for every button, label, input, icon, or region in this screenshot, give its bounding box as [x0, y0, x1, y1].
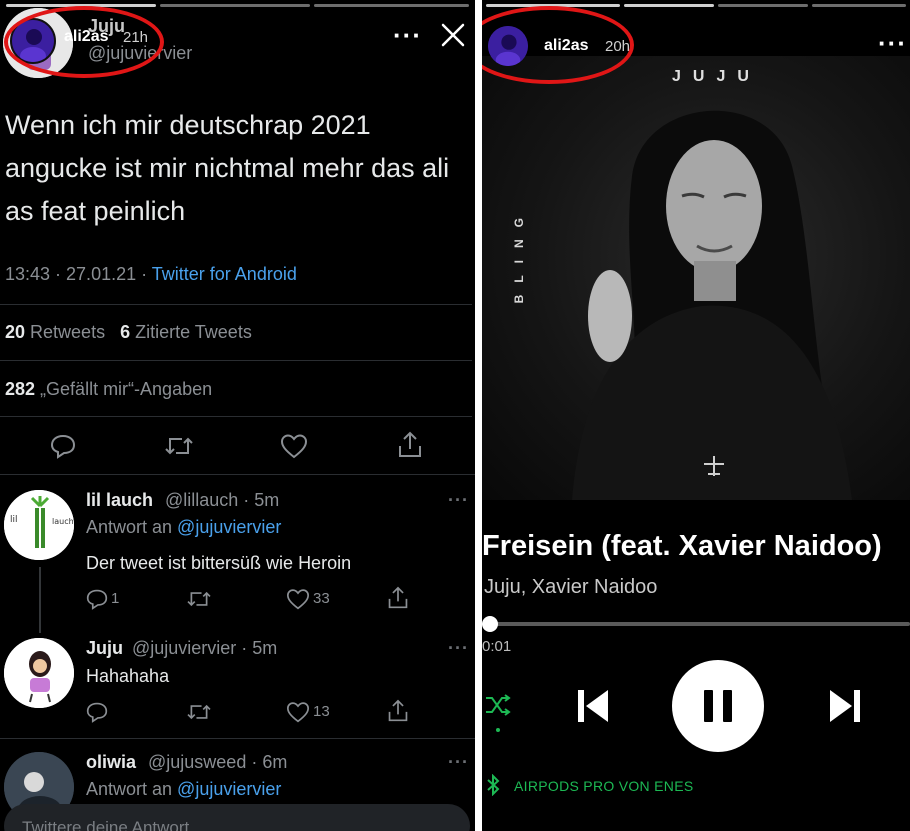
share-icon[interactable] [387, 586, 409, 615]
story-progress-segment [718, 4, 808, 7]
story-progress-segment [624, 4, 714, 7]
retweets-label: Retweets [25, 322, 106, 342]
retweet-icon[interactable] [164, 433, 194, 464]
more-horizontal-icon[interactable]: ··· [393, 22, 422, 48]
reply-author-handle: @jujusweed · 6m [148, 752, 288, 772]
divider [0, 474, 475, 475]
progress-knob[interactable] [482, 616, 498, 632]
like-count: 13 [313, 703, 330, 720]
share-icon[interactable] [397, 431, 423, 464]
right-story-panel: JUJU BLING ali2as 20h ··· Freisein (feat… [482, 0, 910, 831]
retweets-count: 20 [5, 322, 26, 342]
more-horizontal-icon[interactable]: ··· [448, 752, 469, 773]
previous-track-icon[interactable] [576, 688, 610, 729]
reply-author-name: Juju [86, 638, 124, 658]
highlight-circle [4, 6, 164, 78]
likes-label: „Gefällt mir“-Angaben [35, 379, 213, 399]
close-icon[interactable] [440, 22, 466, 53]
reply-to-mention[interactable]: @jujuviervier [177, 779, 281, 799]
elapsed-time: 0:01 [482, 638, 512, 655]
likes-count: 282 [5, 379, 36, 399]
reply-avatar[interactable] [4, 638, 74, 708]
share-icon[interactable] [387, 699, 409, 728]
album-cover: JUJU BLING [482, 56, 910, 500]
tweet-text: Wenn ich mir deutschrap 2021 angucke ist… [5, 110, 450, 226]
more-horizontal-icon[interactable]: ··· [878, 30, 907, 56]
divider [0, 360, 472, 361]
reply-text: Hahahaha [86, 666, 170, 686]
reply-author-name: lil lauch [86, 490, 154, 510]
reply-to-label: Antwort an [86, 517, 178, 537]
story-progress-segment [160, 4, 310, 7]
reply-text: Der tweet ist bittersüß wie Heroin [86, 553, 352, 573]
svg-text:lauch: lauch [52, 517, 74, 526]
retweet-icon[interactable] [186, 588, 212, 615]
divider [0, 738, 475, 739]
next-track-icon[interactable] [828, 688, 862, 729]
like-icon[interactable] [280, 433, 308, 464]
connected-device[interactable]: AIRPODS PRO VON ENES [514, 778, 693, 794]
reply-to-mention[interactable]: @jujuviervier [177, 517, 281, 537]
story-progress-segment [314, 4, 469, 7]
reply-count: 1 [111, 590, 120, 607]
progress-bar[interactable] [482, 622, 910, 626]
tweet-timestamp: 13:43 · 27.01.21 · [5, 264, 152, 284]
compose-reply-input[interactable]: Twittere deine Antwort [4, 804, 470, 831]
track-artists[interactable]: Juju, Xavier Naidoo [484, 576, 657, 599]
retweet-stats[interactable]: 20 Retweets 6 Zitierte Tweets [5, 322, 252, 343]
reply-avatar[interactable]: lil lauch [4, 490, 74, 560]
thread-line [39, 567, 41, 633]
like-count: 33 [313, 590, 330, 607]
reply-to-line: Antwort an @jujuviervier [86, 517, 281, 538]
divider [0, 416, 472, 417]
reply-icon[interactable] [86, 701, 108, 728]
like-icon[interactable] [286, 588, 310, 615]
reply-author-handle: @jujuviervier · 5m [132, 638, 278, 658]
cover-side-text: BLING [512, 206, 526, 304]
bluetooth-icon [486, 773, 500, 801]
quotes-count: 6 [120, 322, 131, 342]
tweet-meta: 13:43 · 27.01.21 · Twitter for Android [5, 264, 297, 285]
reply-icon[interactable] [50, 433, 76, 464]
divider [0, 304, 472, 305]
more-horizontal-icon[interactable]: ··· [448, 638, 469, 659]
panel-divider [475, 0, 482, 831]
retweet-icon[interactable] [186, 701, 212, 728]
shuffle-icon[interactable] [484, 692, 512, 732]
pause-button[interactable] [672, 660, 764, 752]
reply-author-name: oliwia [86, 752, 137, 772]
cover-artist-text: JUJU [672, 68, 761, 85]
quotes-label: Zitierte Tweets [130, 322, 252, 342]
shuffle-active-dot [496, 728, 500, 732]
story-progress-segment [812, 4, 906, 7]
reply-to-label: Antwort an [86, 779, 178, 799]
pause-icon [704, 690, 732, 722]
left-story-panel: Juju ali2as 21h @jujuviervier ··· Wenn i… [0, 0, 475, 831]
like-icon[interactable] [286, 701, 310, 728]
reply-icon[interactable] [86, 588, 108, 615]
reply-to-line: Antwort an @jujuviervier [86, 779, 281, 800]
track-title: Freisein (feat. Xavier Naidoo) [482, 530, 882, 562]
compose-placeholder: Twittere deine Antwort [22, 818, 190, 831]
like-stats[interactable]: 282 „Gefällt mir“-Angaben [5, 379, 212, 400]
tweet-source-link[interactable]: Twitter for Android [152, 264, 297, 284]
more-horizontal-icon[interactable]: ··· [448, 490, 469, 511]
svg-text:lil: lil [10, 515, 18, 525]
reply-author-handle: @lillauch · 5m [165, 490, 280, 510]
